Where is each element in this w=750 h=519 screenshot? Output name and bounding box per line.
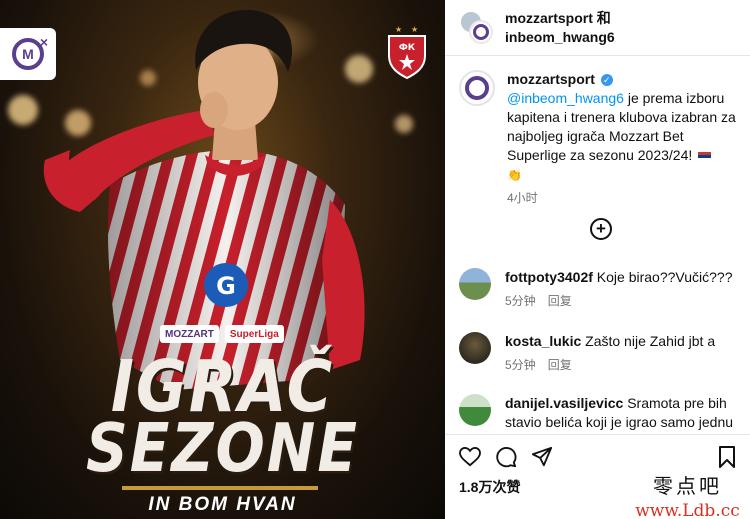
- comment-text: Koje birao??Vučić???: [596, 269, 733, 285]
- comment-item: fottpoty3402f Koje birao??Vučić??? 5分钟 回复: [459, 268, 749, 309]
- comment-username[interactable]: kosta_lukic: [505, 333, 581, 349]
- caption-time[interactable]: 4小时: [507, 189, 736, 208]
- verified-badge-icon: ✓: [600, 74, 613, 87]
- club-crest: ★ ★ ФК: [388, 25, 426, 80]
- post-panel: mozzartsport 和 inbeom_hwang6 mozzartspor…: [445, 0, 750, 519]
- comment-text: Zašto nije Zahid jbt a: [585, 333, 716, 349]
- svg-text:★: ★: [411, 25, 418, 34]
- caption-username[interactable]: mozzartsport: [507, 71, 595, 87]
- bookmark-icon[interactable]: [718, 445, 736, 468]
- action-bar: [445, 434, 750, 470]
- name-bar: [122, 486, 318, 490]
- sponsor-row: MOZZART SuperLiga: [160, 325, 284, 343]
- post-image: G M × ★ ★ ФК MOZZART SuperLiga IGRAČ SEZO…: [0, 0, 445, 519]
- avatar[interactable]: [459, 70, 495, 106]
- caption: mozzartsport ✓ @inbeom_hwang6 je prema i…: [445, 56, 750, 208]
- site-watermark: 零点吧 www.Ldb.cc: [625, 470, 750, 519]
- comment-username[interactable]: danijel.vasiljevicc: [505, 395, 623, 411]
- avatar[interactable]: [459, 394, 491, 426]
- sponsor-superliga: SuperLiga: [224, 325, 284, 343]
- post-header: mozzartsport 和 inbeom_hwang6: [445, 0, 750, 56]
- plus-circle-icon[interactable]: +: [590, 218, 612, 240]
- avatar: [469, 19, 493, 44]
- svg-text:ФК: ФК: [399, 43, 416, 53]
- comment-time: 5分钟: [505, 294, 536, 308]
- svg-text:G: G: [216, 272, 236, 300]
- serbia-flag-icon: [698, 151, 712, 161]
- like-count[interactable]: 1.8万次赞: [459, 477, 520, 497]
- comment-item: danijel.vasiljevicc Sramota pre bih stav…: [459, 394, 749, 432]
- collab-avatars[interactable]: [459, 9, 495, 46]
- avatar[interactable]: [459, 332, 491, 364]
- comment-item: kosta_lukic Zašto nije Zahid jbt a 5分钟 回复: [459, 332, 749, 373]
- header-line1[interactable]: mozzartsport 和: [505, 9, 615, 28]
- clap-emoji-icon: 👏: [507, 168, 522, 182]
- header-line2[interactable]: inbeom_hwang6: [505, 28, 615, 47]
- watermark-line2: www.Ldb.cc: [635, 501, 740, 519]
- player-name: IN BOM HVAN: [148, 494, 297, 515]
- sponsor-mozzart: MOZZART: [160, 325, 219, 343]
- svg-text:★: ★: [395, 25, 402, 34]
- heart-icon[interactable]: [459, 446, 481, 467]
- comment-time: 5分钟: [505, 358, 536, 372]
- send-icon[interactable]: [531, 446, 553, 468]
- reply-button[interactable]: 回复: [548, 358, 572, 372]
- comment-icon[interactable]: [495, 446, 517, 468]
- watermark-line1: 零点吧: [653, 474, 722, 498]
- avatar[interactable]: [459, 268, 491, 300]
- headline-line2: SEZONE: [86, 408, 359, 488]
- reply-button[interactable]: 回复: [548, 294, 572, 308]
- caption-mention[interactable]: @inbeom_hwang6: [507, 90, 624, 106]
- mozzart-logo: M ×: [0, 28, 56, 80]
- mozzart-logo-mark: M ×: [12, 34, 48, 70]
- comment-username[interactable]: fottpoty3402f: [505, 269, 593, 285]
